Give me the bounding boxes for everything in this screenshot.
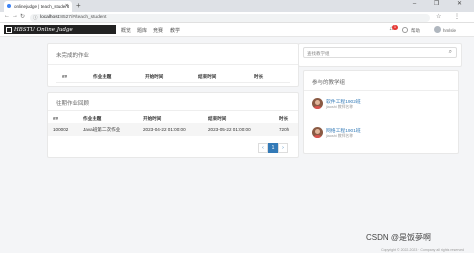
- search-icon[interactable]: ⌕: [449, 49, 452, 56]
- pager-prev-button[interactable]: ‹: [258, 143, 268, 153]
- class-avatar: [312, 127, 323, 138]
- table-divider: [56, 82, 290, 83]
- browser-toolbar: ← → ↻ ⓘ localhost:8527/#/teach_student ☆…: [0, 12, 474, 23]
- main-content: 未完成的作业 ## 作业主题 开始时间 结束时间 时长 往期作业回顾 ## 作业…: [0, 37, 474, 253]
- classes-card: 参与的教学组 软件工程1902班 jiaoshi 教师名称 网络工程1901班 …: [303, 70, 459, 154]
- help-link[interactable]: 帮助: [411, 28, 420, 34]
- url-path: :8527/#/teach_student: [58, 15, 107, 20]
- col-header-duration: 时长: [254, 74, 264, 79]
- col-header-end: 结束时间: [198, 74, 217, 79]
- site-logo[interactable]: HBSTU Online Judge: [4, 25, 116, 34]
- nav-link-overview[interactable]: 概览: [121, 27, 131, 34]
- footer-copyright: Copyright © 2022-2023 · Company all righ…: [381, 248, 464, 252]
- info-icon: ⓘ: [33, 15, 38, 20]
- unfinished-homework-title: 未完成的作业: [56, 53, 90, 59]
- class-avatar: [312, 98, 323, 109]
- cell-start: 2023-04-22 01:00:00: [143, 127, 186, 132]
- past-homework-title: 往期作业回顾: [56, 101, 90, 107]
- reload-icon[interactable]: ↻: [20, 13, 25, 20]
- col-header-start: 开始时间: [143, 116, 162, 121]
- divider: [304, 90, 458, 91]
- browser-tabstrip: onlinejudge | teach_student ✕ + – ❐ ✕: [0, 0, 474, 12]
- nav-link-contests[interactable]: 竞赛: [153, 27, 163, 34]
- logo-mark-icon: [6, 26, 12, 33]
- col-header-start: 开始时间: [145, 74, 164, 79]
- cell-duration: 720h: [279, 127, 290, 132]
- forward-icon[interactable]: →: [12, 13, 18, 19]
- url-host: localhost: [40, 15, 59, 20]
- col-header-topic: 作业主题: [93, 74, 112, 79]
- notification-badge: 1: [392, 24, 398, 30]
- back-icon[interactable]: ←: [4, 13, 10, 19]
- browser-tab-title: onlinejudge | teach_student: [14, 4, 69, 9]
- col-header-end: 结束时间: [208, 116, 227, 121]
- help-icon[interactable]: [402, 26, 408, 33]
- address-bar[interactable]: ⓘ localhost:8527/#/teach_student: [30, 13, 430, 22]
- logo-text: HBSTU Online Judge: [14, 26, 73, 33]
- class-teacher: jiaoshi 教师名称: [326, 104, 354, 109]
- pager-page-button[interactable]: 1: [268, 143, 278, 153]
- col-header-id: ##: [53, 116, 59, 121]
- window-controls[interactable]: – ❐ ✕: [413, 0, 470, 7]
- divider: [48, 64, 298, 65]
- classes-title: 参与的教学组: [312, 80, 346, 86]
- unfinished-homework-card: 未完成的作业 ## 作业主题 开始时间 结束时间 时长: [47, 43, 299, 87]
- watermark: CSDN @是饭夢啊: [366, 233, 432, 242]
- class-teacher: jiaoshi 教师名称: [326, 133, 354, 138]
- table-row[interactable]: 100002 Java班第二次作业 2023-04-22 01:00:00 20…: [48, 123, 298, 136]
- star-icon[interactable]: ☆: [436, 13, 441, 20]
- nav-link-problems[interactable]: 题库: [137, 27, 147, 34]
- browser-tab[interactable]: onlinejudge | teach_student ✕: [4, 1, 72, 12]
- close-tab-icon[interactable]: ✕: [65, 3, 69, 9]
- user-menu[interactable]: hmlsle: [443, 28, 456, 33]
- col-header-duration: 时长: [279, 116, 289, 121]
- favicon-icon: [7, 4, 11, 8]
- user-avatar[interactable]: [434, 26, 441, 33]
- pager-next-button[interactable]: ›: [278, 143, 288, 153]
- search-input[interactable]: [307, 49, 437, 57]
- nav-link-teaching[interactable]: 教学: [170, 27, 180, 34]
- col-header-id: ##: [62, 74, 68, 79]
- cell-topic[interactable]: Java班第二次作业: [83, 127, 120, 133]
- cell-end: 2023-05-22 01:00:00: [208, 127, 251, 132]
- cell-id: 100002: [53, 127, 69, 132]
- divider: [48, 110, 298, 111]
- new-tab-button[interactable]: +: [76, 1, 81, 10]
- app-navbar: HBSTU Online Judge 概览 题库 竞赛 教学 ♫ 1 帮助 hm…: [0, 23, 474, 37]
- col-header-topic: 作业主题: [83, 116, 102, 121]
- search-box[interactable]: ⌕: [303, 47, 457, 58]
- menu-icon[interactable]: ⋮: [454, 13, 460, 20]
